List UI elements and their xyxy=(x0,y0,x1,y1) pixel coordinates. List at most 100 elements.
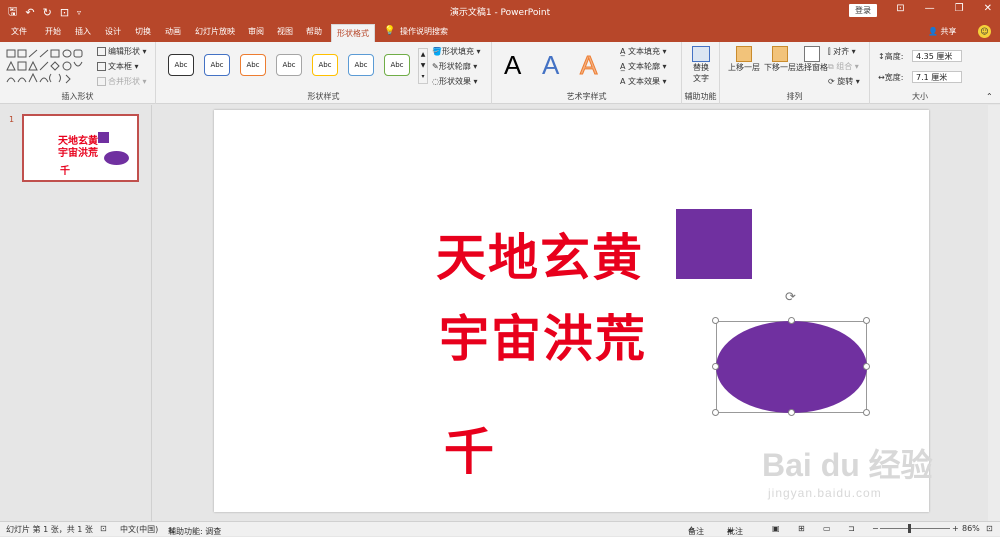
zoom-level[interactable]: 86% xyxy=(962,524,980,533)
paint-bucket-icon: 🪣 xyxy=(432,47,442,56)
shape-styles-scroll[interactable]: ▲ ▼ ▾ xyxy=(418,48,428,84)
resize-handle-s[interactable] xyxy=(788,409,795,416)
shapes-gallery[interactable] xyxy=(6,48,90,86)
edit-shape-button[interactable]: 编辑形状 ▾ xyxy=(97,46,147,57)
tab-home[interactable]: 开始 xyxy=(45,26,61,37)
group-wordart-styles: A A A A̲ 文本填充 ▾ A̲ 文本轮廓 ▾ A 文本效果 ▾ 艺术字样式 xyxy=(492,42,682,104)
width-icon: ↔ xyxy=(878,73,885,82)
reading-view-icon[interactable]: ▭ xyxy=(823,524,831,533)
minimize-icon[interactable]: — xyxy=(925,3,935,14)
ribbon-display-icon[interactable]: ⊡ xyxy=(896,3,904,14)
tab-transitions[interactable]: 切换 xyxy=(135,26,151,37)
text-fill-button[interactable]: A̲ 文本填充 ▾ xyxy=(620,46,667,57)
tab-design[interactable]: 设计 xyxy=(105,26,121,37)
text-line1[interactable]: 天地玄黄 xyxy=(436,218,644,290)
tab-view[interactable]: 视图 xyxy=(277,26,293,37)
slideshow-icon[interactable]: ⊐ xyxy=(848,524,855,533)
tab-file[interactable]: 文件 xyxy=(11,26,27,37)
resize-handle-nw[interactable] xyxy=(712,317,719,324)
close-icon[interactable]: ✕ xyxy=(984,3,992,14)
spellcheck-icon[interactable]: ⊡ xyxy=(100,524,107,533)
share-button[interactable]: 👤 共享 xyxy=(928,26,957,37)
vertical-scrollbar[interactable] xyxy=(988,105,1000,521)
resize-handle-se[interactable] xyxy=(863,409,870,416)
text-box-icon xyxy=(97,62,106,71)
lightbulb-icon: 💡 xyxy=(384,26,396,36)
resize-handle-n[interactable] xyxy=(788,317,795,324)
alt-text-button[interactable]: 替换 文字 xyxy=(688,46,714,84)
fit-to-window-icon[interactable]: ⊡ xyxy=(986,524,993,533)
selection-pane-button[interactable]: 选择窗格 xyxy=(794,46,830,73)
login-button[interactable]: 登录 xyxy=(849,4,877,17)
purple-ellipse[interactable] xyxy=(716,321,867,413)
shape-style-5[interactable]: Abc xyxy=(312,54,338,76)
bring-forward-icon xyxy=(736,46,752,62)
bring-forward-button[interactable]: 上移一层 xyxy=(726,46,762,73)
tab-shape-format[interactable]: 形状格式 xyxy=(331,24,375,42)
group-label-size: 大小 xyxy=(912,92,928,101)
rotate-button[interactable]: ⟳ 旋转 ▾ xyxy=(828,76,860,87)
picture-icon xyxy=(692,46,710,62)
zoom-in-icon[interactable]: + xyxy=(952,524,959,533)
group-label-accessibility: 辅助功能 xyxy=(684,92,717,101)
tab-help[interactable]: 帮助 xyxy=(306,26,322,37)
group-insert-shapes: 编辑形状 ▾ 文本框 ▾ 合并形状 ▾ 插入形状 xyxy=(0,42,156,104)
shape-effects-button[interactable]: ◌形状效果 ▾ xyxy=(432,76,478,87)
height-icon: ↕ xyxy=(878,52,885,61)
slide[interactable]: 天地玄黄 宇宙洪荒 千 ⟳ Bai du 经验 jingyan.baidu.co… xyxy=(214,110,933,512)
align-button[interactable]: ⫿ 对齐 ▾ xyxy=(828,46,856,57)
group-shape-styles: Abc Abc Abc Abc Abc Abc Abc ▲ ▼ ▾ 🪣形状填充 ▾ … xyxy=(156,42,492,104)
ribbon-collapse-icon[interactable]: ⌃ xyxy=(986,92,993,101)
group-size: ↕高度: 4.35 厘米 ↔宽度: 7.1 厘米 大小 xyxy=(870,42,970,104)
text-effects-button[interactable]: A 文本效果 ▾ xyxy=(620,76,667,87)
resize-handle-e[interactable] xyxy=(863,363,870,370)
text-line3[interactable]: 千 xyxy=(444,412,494,484)
wordart-style-black[interactable]: A xyxy=(504,50,521,81)
status-slide-info: 幻灯片 第 1 张，共 1 张 xyxy=(6,525,93,534)
shape-outline-button[interactable]: ✎形状轮廓 ▾ xyxy=(432,61,477,72)
shape-fill-button[interactable]: 🪣形状填充 ▾ xyxy=(432,46,481,57)
zoom-slider[interactable] xyxy=(880,528,950,529)
slide-sorter-icon[interactable]: ⊞ xyxy=(798,524,805,533)
send-backward-button[interactable]: 下移一层 xyxy=(762,46,798,73)
zoom-slider-thumb[interactable] xyxy=(908,524,911,533)
purple-square[interactable] xyxy=(676,209,752,279)
shape-style-6[interactable]: Abc xyxy=(348,54,374,76)
edit-shape-icon xyxy=(97,47,106,56)
smiley-feedback-icon[interactable]: ☺ xyxy=(978,25,991,38)
shape-style-1[interactable]: Abc xyxy=(168,54,194,76)
group-objects-button[interactable]: ⧉ 组合 ▾ xyxy=(828,61,859,72)
tab-insert[interactable]: 插入 xyxy=(75,26,91,37)
shape-style-4[interactable]: Abc xyxy=(276,54,302,76)
tell-me-search[interactable]: 操作说明搜索 xyxy=(400,26,448,37)
text-box-button[interactable]: 文本框 ▾ xyxy=(97,61,139,72)
rotate-icon: ⟳ xyxy=(828,77,838,86)
resize-handle-sw[interactable] xyxy=(712,409,719,416)
height-input[interactable]: 4.35 厘米 xyxy=(912,50,962,62)
thumb-line2: 宇宙洪荒 xyxy=(58,148,98,159)
resize-handle-ne[interactable] xyxy=(863,317,870,324)
wordart-style-blue[interactable]: A xyxy=(542,50,559,81)
merge-shapes-button[interactable]: 合并形状 ▾ xyxy=(97,76,147,87)
status-language[interactable]: 中文(中国) xyxy=(120,524,158,535)
width-input[interactable]: 7.1 厘米 xyxy=(912,71,962,83)
normal-view-icon[interactable]: ▣ xyxy=(772,524,780,533)
text-line2[interactable]: 宇宙洪荒 xyxy=(439,299,647,371)
ribbon: 编辑形状 ▾ 文本框 ▾ 合并形状 ▾ 插入形状 Abc Abc Abc Abc… xyxy=(0,42,1000,104)
wordart-style-orange[interactable]: A xyxy=(579,50,597,81)
restore-icon[interactable]: ❐ xyxy=(955,3,964,14)
tab-review[interactable]: 审阅 xyxy=(248,26,264,37)
shape-style-3[interactable]: Abc xyxy=(240,54,266,76)
text-fill-icon: A̲ xyxy=(620,47,629,56)
resize-handle-w[interactable] xyxy=(712,363,719,370)
rotate-handle-icon[interactable]: ⟳ xyxy=(785,290,796,305)
text-outline-button[interactable]: A̲ 文本轮廓 ▾ xyxy=(620,61,667,72)
tab-slideshow[interactable]: 幻灯片放映 xyxy=(195,26,235,37)
tab-animations[interactable]: 动画 xyxy=(165,26,181,37)
zoom-out-icon[interactable]: − xyxy=(872,524,879,533)
effects-icon: ◌ xyxy=(432,77,439,86)
shape-style-7[interactable]: Abc xyxy=(384,54,410,76)
slide-thumbnail[interactable]: 天地玄黄 宇宙洪荒 千 xyxy=(22,114,139,182)
shape-style-2[interactable]: Abc xyxy=(204,54,230,76)
title-bar: 🖫 ↶ ↻ ⊡ ▿ 演示文稿1 - PowerPoint 登录 ⊡ — ❐ ✕ xyxy=(0,0,1000,22)
